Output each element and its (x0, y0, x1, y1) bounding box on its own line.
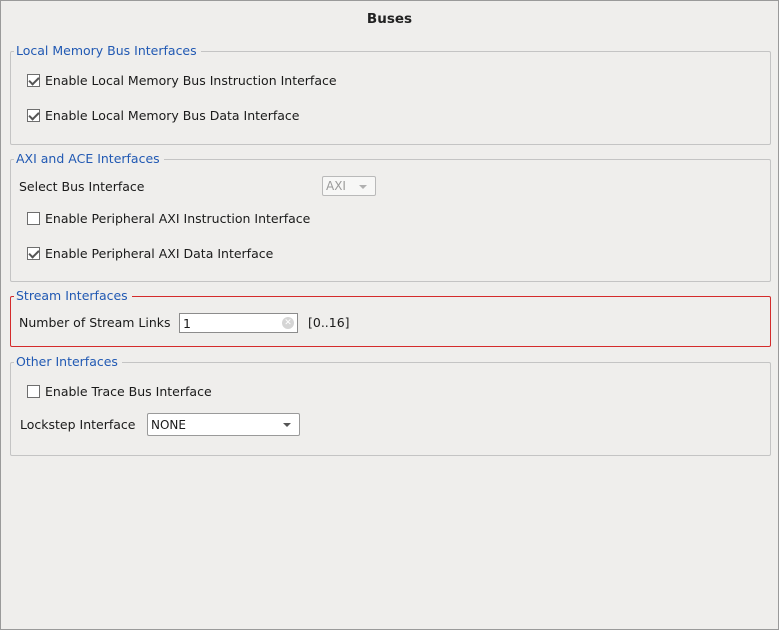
stream-links-value: 1 (183, 315, 191, 331)
axi-data-label: Enable Peripheral AXI Data Interface (45, 245, 274, 261)
lmb-instruction-row[interactable]: Enable Local Memory Bus Instruction Inte… (27, 70, 337, 90)
stream-interfaces-group: Stream Interfaces Number of Stream Links… (10, 288, 771, 347)
lockstep-value: NONE (151, 417, 186, 432)
axi-instruction-label: Enable Peripheral AXI Instruction Interf… (45, 210, 311, 226)
stream-range-row: [0..16] (308, 312, 350, 332)
select-bus-label: Select Bus Interface (19, 178, 145, 194)
axi-instruction-checkbox[interactable] (27, 211, 40, 225)
buses-panel: Buses Local Memory Bus Interfaces Enable… (0, 0, 779, 630)
axi-ace-group: AXI and ACE Interfaces Select Bus Interf… (10, 151, 771, 282)
bus-interface-select[interactable]: AXI (322, 176, 376, 196)
lmb-instruction-checkbox[interactable] (27, 73, 40, 87)
local-memory-bus-group: Local Memory Bus Interfaces Enable Local… (10, 43, 771, 145)
lmb-data-checkbox[interactable] (27, 108, 40, 122)
trace-bus-label: Enable Trace Bus Interface (45, 383, 212, 399)
chevron-down-icon (359, 185, 367, 189)
other-interfaces-group: Other Interfaces Enable Trace Bus Interf… (10, 354, 771, 456)
axi-instruction-row[interactable]: Enable Peripheral AXI Instruction Interf… (27, 208, 310, 228)
trace-bus-row[interactable]: Enable Trace Bus Interface (27, 381, 212, 401)
lmb-data-row[interactable]: Enable Local Memory Bus Data Interface (27, 105, 300, 125)
lockstep-row: Lockstep Interface (20, 414, 135, 434)
bus-interface-value: AXI (326, 179, 346, 193)
lockstep-label: Lockstep Interface (20, 416, 136, 432)
lockstep-select[interactable]: NONE (147, 413, 300, 436)
other-interfaces-legend: Other Interfaces (14, 354, 122, 370)
page-title: Buses (366, 11, 413, 27)
chevron-down-icon (283, 423, 291, 427)
stream-interfaces-legend: Stream Interfaces (14, 288, 132, 304)
axi-data-checkbox[interactable] (27, 246, 40, 260)
axi-ace-legend: AXI and ACE Interfaces (14, 151, 164, 167)
stream-links-range: [0..16] (308, 314, 350, 330)
stream-links-row: Number of Stream Links (19, 312, 171, 332)
lmb-data-label: Enable Local Memory Bus Data Interface (45, 107, 300, 123)
stream-links-input[interactable]: 1 ✕ (179, 313, 298, 333)
local-memory-bus-legend: Local Memory Bus Interfaces (14, 43, 201, 59)
trace-bus-checkbox[interactable] (27, 384, 40, 398)
select-bus-row: Select Bus Interface (19, 176, 144, 196)
lmb-instruction-label: Enable Local Memory Bus Instruction Inte… (45, 72, 337, 88)
axi-data-row[interactable]: Enable Peripheral AXI Data Interface (27, 243, 273, 263)
clear-icon[interactable]: ✕ (282, 317, 294, 329)
stream-links-label: Number of Stream Links (19, 314, 171, 330)
